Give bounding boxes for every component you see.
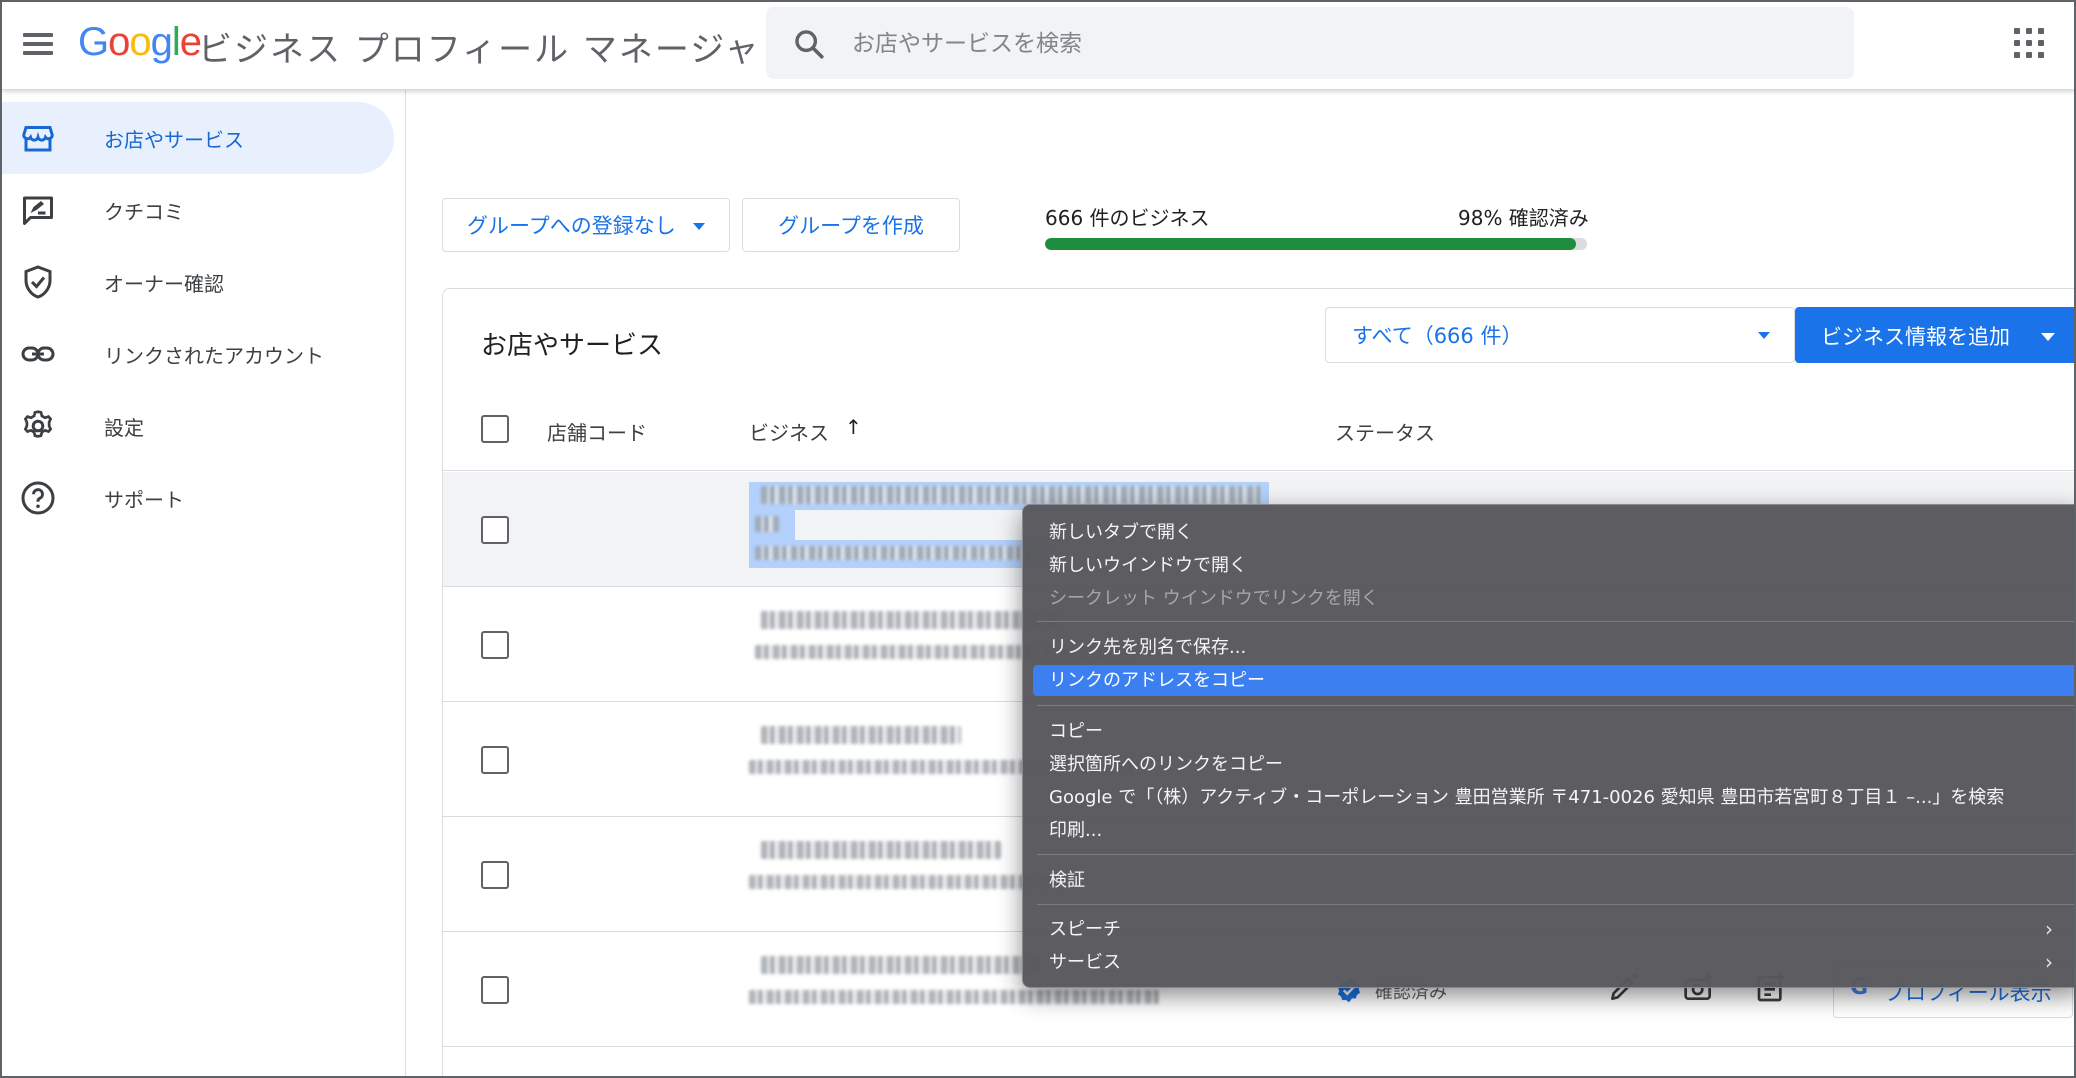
review-icon — [23, 196, 53, 225]
logo-letter: G — [78, 20, 109, 64]
column-status[interactable]: ステータス — [1335, 417, 1435, 446]
sidebar-item-label: お店やサービス — [104, 128, 244, 152]
sidebar: お店やサービス クチコミ オーナー確認 リンクされたアカウント 設定 サポート — [2, 90, 406, 1076]
business-address-redacted — [755, 546, 1045, 560]
sidebar-item-reviews[interactable]: クチコミ — [2, 174, 394, 246]
help-icon — [21, 481, 55, 515]
verified-percent: 98% 確認済み — [1458, 206, 1589, 230]
caret-down-icon — [2041, 333, 2055, 341]
caret-down-icon — [1758, 332, 1770, 339]
table-header: 店舗コード ビジネス ↑ ステータス — [443, 389, 2074, 471]
menu-divider — [1037, 904, 2074, 905]
create-group-button[interactable]: グループを作成 — [742, 198, 960, 252]
menu-item-open-new-window[interactable]: 新しいウインドウで開く — [1033, 550, 2074, 581]
business-name-redacted[interactable] — [755, 516, 779, 532]
sort-ascending-icon[interactable]: ↑ — [845, 415, 862, 439]
search-icon[interactable] — [792, 27, 826, 61]
sidebar-item-support[interactable]: サポート — [2, 462, 394, 534]
menu-divider — [1037, 705, 2074, 706]
app-window: Google ビジネス プロフィール マネージャ お店やサービスを検索 お店やサ… — [0, 0, 2076, 1078]
column-business[interactable]: ビジネス — [749, 417, 829, 446]
menu-divider — [1037, 621, 2074, 622]
sidebar-item-label: サポート — [104, 488, 184, 512]
select-all-checkbox[interactable] — [481, 415, 509, 443]
row-checkbox[interactable] — [481, 631, 509, 659]
business-name-redacted[interactable] — [761, 841, 1001, 859]
business-address-redacted — [749, 990, 1159, 1004]
top-app-bar: Google ビジネス プロフィール マネージャ — [2, 2, 2074, 90]
column-store-code[interactable]: 店舗コード — [547, 417, 647, 446]
menu-item-save-link-as[interactable]: リンク先を別名で保存... — [1033, 632, 2074, 663]
group-filter-dropdown[interactable]: グループへの登録なし — [442, 198, 730, 252]
app-title: ビジネス プロフィール マネージャ — [198, 30, 761, 70]
chevron-right-icon: › — [2045, 950, 2053, 974]
menu-item-inspect[interactable]: 検証 — [1033, 865, 2074, 896]
menu-item-copy-link-address[interactable]: リンクのアドレスをコピー — [1033, 665, 2074, 696]
sidebar-item-linked-accounts[interactable]: リンクされたアカウント — [2, 318, 394, 390]
group-dropdown-label: グループへの登録なし — [467, 214, 676, 238]
menu-item-open-incognito: シークレット ウインドウでリンクを開く — [1049, 588, 1379, 609]
apps-grid-icon[interactable] — [2014, 28, 2044, 58]
gear-icon — [23, 410, 53, 438]
caret-down-icon — [693, 223, 705, 230]
search-input[interactable] — [852, 27, 1752, 61]
sidebar-item-label: 設定 — [104, 416, 144, 440]
sidebar-item-label: クチコミ — [104, 200, 184, 224]
add-business-label: ビジネス情報を追加 — [1821, 325, 2010, 349]
sidebar-item-businesses[interactable]: お店やサービス — [2, 102, 394, 174]
storefront-icon — [22, 126, 54, 152]
business-name-redacted[interactable] — [761, 956, 1041, 974]
menu-item-print[interactable]: 印刷... — [1033, 815, 2074, 846]
context-menu: 新しいタブで開く 新しいウインドウで開く シークレット ウインドウでリンクを開く… — [1022, 504, 2074, 988]
chevron-right-icon: › — [2045, 917, 2053, 941]
search-bar[interactable] — [766, 7, 1854, 79]
business-count: 666 件のビジネス — [1045, 206, 1210, 230]
row-checkbox[interactable] — [481, 516, 509, 544]
menu-item-services[interactable]: サービス › — [1033, 947, 2074, 978]
sidebar-item-label: リンクされたアカウント — [104, 344, 324, 368]
business-name-redacted[interactable] — [761, 726, 961, 744]
menu-item-open-new-tab[interactable]: 新しいタブで開く — [1033, 517, 2074, 548]
card-title: お店やサービス — [481, 331, 664, 361]
menu-item-label: サービス — [1049, 952, 1121, 973]
logo-letter: l — [171, 20, 181, 64]
link-icon — [21, 346, 55, 362]
status-filter-select[interactable]: すべて（666 件） — [1325, 307, 1795, 363]
sidebar-item-settings[interactable]: 設定 — [2, 390, 394, 462]
business-name-redacted[interactable] — [761, 486, 1261, 504]
menu-item-search-google[interactable]: Google で「（株）アクティブ・コーポレーション 豊田営業所 〒471-00… — [1033, 782, 2074, 813]
row-checkbox[interactable] — [481, 861, 509, 889]
menu-item-label: スピーチ — [1049, 919, 1121, 940]
row-checkbox[interactable] — [481, 746, 509, 774]
menu-item-copy[interactable]: コピー — [1033, 716, 2074, 747]
business-address-redacted — [749, 875, 1069, 889]
shield-check-icon — [24, 265, 52, 299]
menu-divider — [1037, 854, 2074, 855]
google-logo[interactable]: Google — [78, 20, 202, 65]
progress-fill — [1045, 238, 1577, 250]
sidebar-item-label: オーナー確認 — [104, 272, 224, 296]
row-checkbox[interactable] — [481, 976, 509, 1004]
filter-label: すべて（666 件） — [1352, 324, 1523, 348]
menu-item-copy-link-to-highlight[interactable]: 選択箇所へのリンクをコピー — [1033, 749, 2074, 780]
menu-item-speech[interactable]: スピーチ › — [1033, 914, 2074, 945]
add-business-button[interactable]: ビジネス情報を追加 — [1795, 307, 2074, 363]
logo-letter: o — [129, 20, 151, 64]
business-name-redacted[interactable] — [761, 611, 1061, 629]
verification-progress-bar — [1045, 238, 1587, 250]
menu-icon[interactable] — [20, 26, 56, 62]
sidebar-item-verification[interactable]: オーナー確認 — [2, 246, 394, 318]
logo-letter: o — [108, 20, 130, 64]
logo-letter: g — [150, 20, 173, 64]
